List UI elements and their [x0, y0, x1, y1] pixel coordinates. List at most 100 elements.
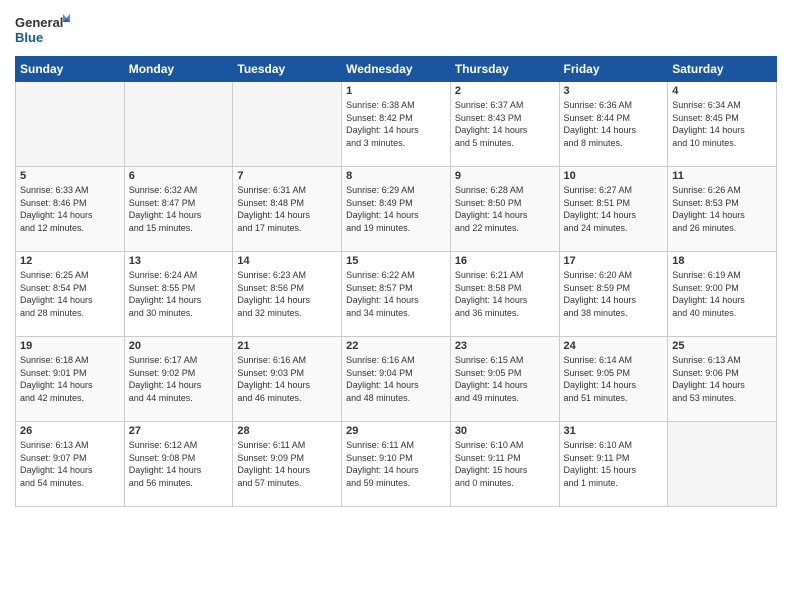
day-info: Sunrise: 6:20 AMSunset: 8:59 PMDaylight:…: [564, 269, 664, 319]
day-cell: 13 Sunrise: 6:24 AMSunset: 8:55 PMDayligh…: [124, 252, 233, 337]
day-cell: 24 Sunrise: 6:14 AMSunset: 9:05 PMDayligh…: [559, 337, 668, 422]
week-row-4: 19Sunrise: 6:18 AMSunset: 9:01 PMDayligh…: [16, 337, 777, 422]
day-info: Sunrise: 6:19 AMSunset: 9:00 PMDaylight:…: [672, 269, 772, 319]
day-info: Sunrise: 6:17 AMSunset: 9:02 PMDaylight:…: [129, 354, 229, 404]
col-header-wednesday: Wednesday: [342, 57, 451, 82]
day-info: Sunrise: 6:31 AMSunset: 8:48 PMDaylight:…: [237, 184, 337, 234]
day-info: Sunrise: 6:18 AMSunset: 9:01 PMDaylight:…: [20, 354, 120, 404]
day-info: Sunrise: 6:13 AMSunset: 9:06 PMDaylight:…: [672, 354, 772, 404]
day-number: 3: [564, 85, 664, 97]
day-cell: 31Sunrise: 6:10 AMSunset: 9:11 PMDayligh…: [559, 422, 668, 507]
day-number: 7: [237, 170, 337, 182]
day-number: 2: [455, 85, 555, 97]
header-row: SundayMondayTuesdayWednesdayThursdayFrid…: [16, 57, 777, 82]
day-cell: 17 Sunrise: 6:20 AMSunset: 8:59 PMDayligh…: [559, 252, 668, 337]
day-cell: 1 Sunrise: 6:38 AMSunset: 8:42 PMDaylight…: [342, 82, 451, 167]
col-header-tuesday: Tuesday: [233, 57, 342, 82]
day-number: 29: [346, 425, 446, 437]
day-info: Sunrise: 6:16 AMSunset: 9:04 PMDaylight:…: [346, 354, 446, 404]
day-info: Sunrise: 6:10 AMSunset: 9:11 PMDaylight:…: [564, 439, 664, 489]
col-header-monday: Monday: [124, 57, 233, 82]
day-number: 18: [672, 255, 772, 267]
col-header-friday: Friday: [559, 57, 668, 82]
day-number: 12: [20, 255, 120, 267]
svg-text:General: General: [15, 15, 63, 30]
day-info: Sunrise: 6:38 AMSunset: 8:42 PMDaylight:…: [346, 99, 446, 149]
day-cell: 29Sunrise: 6:11 AMSunset: 9:10 PMDayligh…: [342, 422, 451, 507]
day-cell: 2 Sunrise: 6:37 AMSunset: 8:43 PMDaylight…: [450, 82, 559, 167]
calendar-table: SundayMondayTuesdayWednesdayThursdayFrid…: [15, 56, 777, 507]
logo-svg: General Blue: [15, 10, 70, 48]
day-info: Sunrise: 6:25 AMSunset: 8:54 PMDaylight:…: [20, 269, 120, 319]
week-row-5: 26 Sunrise: 6:13 AMSunset: 9:07 PMDayligh…: [16, 422, 777, 507]
day-number: 15: [346, 255, 446, 267]
day-number: 5: [20, 170, 120, 182]
day-cell: 6 Sunrise: 6:32 AMSunset: 8:47 PMDaylight…: [124, 167, 233, 252]
day-info: Sunrise: 6:32 AMSunset: 8:47 PMDaylight:…: [129, 184, 229, 234]
day-cell: [16, 82, 125, 167]
day-info: Sunrise: 6:16 AMSunset: 9:03 PMDaylight:…: [237, 354, 337, 404]
header: General Blue: [15, 10, 777, 48]
day-cell: 5 Sunrise: 6:33 AMSunset: 8:46 PMDaylight…: [16, 167, 125, 252]
day-info: Sunrise: 6:23 AMSunset: 8:56 PMDaylight:…: [237, 269, 337, 319]
day-cell: 19Sunrise: 6:18 AMSunset: 9:01 PMDayligh…: [16, 337, 125, 422]
day-number: 11: [672, 170, 772, 182]
day-info: Sunrise: 6:34 AMSunset: 8:45 PMDaylight:…: [672, 99, 772, 149]
day-cell: 14 Sunrise: 6:23 AMSunset: 8:56 PMDayligh…: [233, 252, 342, 337]
day-cell: 4 Sunrise: 6:34 AMSunset: 8:45 PMDaylight…: [668, 82, 777, 167]
day-info: Sunrise: 6:12 AMSunset: 9:08 PMDaylight:…: [129, 439, 229, 489]
page: General Blue SundayMondayTuesdayWednesda…: [0, 0, 792, 612]
day-info: Sunrise: 6:15 AMSunset: 9:05 PMDaylight:…: [455, 354, 555, 404]
day-info: Sunrise: 6:26 AMSunset: 8:53 PMDaylight:…: [672, 184, 772, 234]
col-header-thursday: Thursday: [450, 57, 559, 82]
week-row-1: 1 Sunrise: 6:38 AMSunset: 8:42 PMDaylight…: [16, 82, 777, 167]
day-number: 9: [455, 170, 555, 182]
day-cell: 30 Sunrise: 6:10 AMSunset: 9:11 PMDayligh…: [450, 422, 559, 507]
day-number: 26: [20, 425, 120, 437]
day-cell: 16Sunrise: 6:21 AMSunset: 8:58 PMDayligh…: [450, 252, 559, 337]
day-number: 22: [346, 340, 446, 352]
day-number: 16: [455, 255, 555, 267]
day-info: Sunrise: 6:29 AMSunset: 8:49 PMDaylight:…: [346, 184, 446, 234]
day-number: 23: [455, 340, 555, 352]
week-row-3: 12 Sunrise: 6:25 AMSunset: 8:54 PMDayligh…: [16, 252, 777, 337]
day-info: Sunrise: 6:10 AMSunset: 9:11 PMDaylight:…: [455, 439, 555, 489]
day-number: 1: [346, 85, 446, 97]
day-cell: 10 Sunrise: 6:27 AMSunset: 8:51 PMDayligh…: [559, 167, 668, 252]
day-info: Sunrise: 6:13 AMSunset: 9:07 PMDaylight:…: [20, 439, 120, 489]
day-info: Sunrise: 6:28 AMSunset: 8:50 PMDaylight:…: [455, 184, 555, 234]
day-info: Sunrise: 6:24 AMSunset: 8:55 PMDaylight:…: [129, 269, 229, 319]
day-number: 17: [564, 255, 664, 267]
day-number: 4: [672, 85, 772, 97]
day-number: 24: [564, 340, 664, 352]
day-cell: 21 Sunrise: 6:16 AMSunset: 9:03 PMDayligh…: [233, 337, 342, 422]
day-cell: [233, 82, 342, 167]
day-number: 21: [237, 340, 337, 352]
day-info: Sunrise: 6:22 AMSunset: 8:57 PMDaylight:…: [346, 269, 446, 319]
day-info: Sunrise: 6:33 AMSunset: 8:46 PMDaylight:…: [20, 184, 120, 234]
col-header-saturday: Saturday: [668, 57, 777, 82]
day-number: 25: [672, 340, 772, 352]
day-info: Sunrise: 6:37 AMSunset: 8:43 PMDaylight:…: [455, 99, 555, 149]
col-header-sunday: Sunday: [16, 57, 125, 82]
day-cell: 7 Sunrise: 6:31 AMSunset: 8:48 PMDaylight…: [233, 167, 342, 252]
day-cell: 25 Sunrise: 6:13 AMSunset: 9:06 PMDayligh…: [668, 337, 777, 422]
day-number: 14: [237, 255, 337, 267]
day-number: 6: [129, 170, 229, 182]
day-cell: 9 Sunrise: 6:28 AMSunset: 8:50 PMDaylight…: [450, 167, 559, 252]
day-number: 10: [564, 170, 664, 182]
day-info: Sunrise: 6:36 AMSunset: 8:44 PMDaylight:…: [564, 99, 664, 149]
day-cell: 15 Sunrise: 6:22 AMSunset: 8:57 PMDayligh…: [342, 252, 451, 337]
day-info: Sunrise: 6:27 AMSunset: 8:51 PMDaylight:…: [564, 184, 664, 234]
day-number: 30: [455, 425, 555, 437]
day-cell: [668, 422, 777, 507]
day-number: 28: [237, 425, 337, 437]
day-number: 27: [129, 425, 229, 437]
day-number: 20: [129, 340, 229, 352]
day-number: 13: [129, 255, 229, 267]
svg-text:Blue: Blue: [15, 30, 43, 45]
day-info: Sunrise: 6:11 AMSunset: 9:09 PMDaylight:…: [237, 439, 337, 489]
day-cell: 18 Sunrise: 6:19 AMSunset: 9:00 PMDayligh…: [668, 252, 777, 337]
day-cell: 12 Sunrise: 6:25 AMSunset: 8:54 PMDayligh…: [16, 252, 125, 337]
day-info: Sunrise: 6:14 AMSunset: 9:05 PMDaylight:…: [564, 354, 664, 404]
